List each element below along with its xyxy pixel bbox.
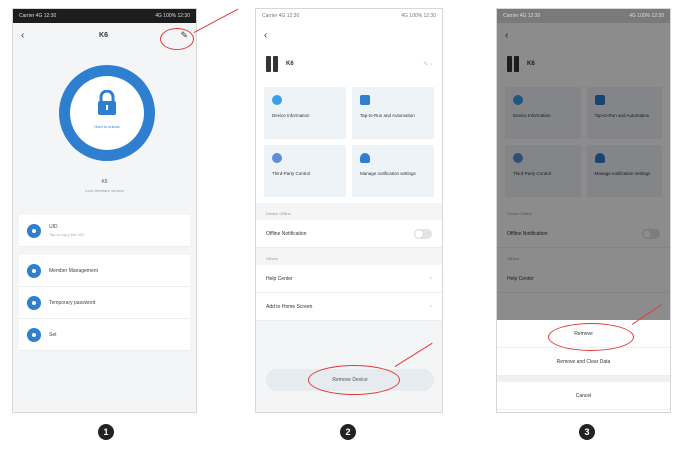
password-label: Temporary password: [49, 299, 96, 306]
bell-icon: [360, 153, 370, 163]
notification-tile[interactable]: Manage notification settings: [352, 145, 434, 197]
help-center-row[interactable]: Help Center ›: [256, 265, 442, 293]
unlock-ring[interactable]: Hold to unlock: [59, 65, 155, 161]
tile-label: Third-Party Control: [272, 171, 311, 176]
settings-list: UID Tap to copy the UID Member Management…: [19, 215, 190, 351]
status-bar: Carrier 4G 12:30 4G 100% 12:30: [256, 9, 442, 23]
nav-bar: ‹: [256, 23, 442, 47]
status-left: Carrier 4G 12:30: [503, 13, 541, 19]
device-information-tile[interactable]: Device Information: [264, 87, 346, 139]
unlock-label: Hold to unlock: [94, 124, 120, 129]
offline-toggle[interactable]: [414, 228, 432, 239]
device-name: K6: [286, 61, 294, 67]
settings-icon: [27, 327, 41, 342]
member-management-row[interactable]: Member Management: [19, 255, 190, 287]
device-image: [266, 56, 278, 72]
edit-icon[interactable]: ✎ ›: [423, 61, 432, 68]
password-icon: [27, 295, 41, 310]
status-right: 4G 100% 12:30: [401, 13, 436, 19]
third-party-tile[interactable]: Third-Party Control: [264, 145, 346, 197]
uid-label: UID: [49, 224, 58, 230]
status-right: 4G 100% 12:30: [155, 13, 190, 19]
temporary-password-row[interactable]: Temporary password: [19, 287, 190, 319]
offline-label: Offline Notification: [266, 230, 307, 237]
device-name: K6: [101, 179, 108, 185]
status-left: Carrier 4G 12:30: [19, 13, 57, 19]
status-bar: Carrier 4G 12:30 4G 100% 12:30: [497, 9, 670, 23]
lock-icon: [98, 90, 116, 115]
step-marker-3: 3: [579, 424, 595, 440]
section-label-offline: Device Offline: [266, 211, 291, 216]
back-icon[interactable]: ‹: [264, 30, 276, 41]
page-title: K6: [99, 31, 108, 39]
dimmed-content: ‹ K6 Device Information Tap-to-Run and A…: [497, 23, 670, 320]
chevron-right-icon: ›: [430, 275, 432, 282]
device-header: K6 ✎ ›: [256, 47, 442, 81]
uid-icon: [27, 223, 41, 238]
member-label: Member Management: [49, 267, 98, 274]
status-right: 4G 100% 12:30: [629, 13, 664, 19]
cancel-option[interactable]: Cancel: [497, 382, 670, 410]
set-label: Set: [49, 331, 57, 338]
highlight-remove-option-circle: [548, 323, 634, 351]
highlight-remove-circle: [308, 365, 400, 395]
add-home-row[interactable]: Add to Home Screen ›: [256, 293, 442, 321]
dim-overlay[interactable]: [497, 23, 670, 320]
tile-label: Tap-to-Run and Automation: [360, 113, 415, 118]
offline-notification-row: Offline Notification: [256, 220, 442, 248]
highlight-edit-circle: [160, 28, 194, 50]
feature-grid: Device Information Tap-to-Run and Automa…: [256, 81, 442, 203]
third-party-icon: [272, 153, 282, 163]
status-bar: Carrier 4G 12:30 4G 100% 12:30: [13, 9, 196, 23]
remove-clear-option[interactable]: Remove and Clear Data: [497, 348, 670, 376]
pointer-line: [193, 8, 239, 34]
step-marker-1: 1: [98, 424, 114, 440]
section-label-others: Others: [266, 256, 279, 261]
info-icon: [272, 95, 282, 105]
automation-icon: [360, 95, 370, 105]
status-left: Carrier 4G 12:30: [262, 13, 300, 19]
tile-label: Device Information: [272, 113, 310, 118]
phone-screen-1: Carrier 4G 12:30 4G 100% 12:30 ‹ K6 ✎ Ho…: [12, 8, 197, 413]
uid-row[interactable]: UID Tap to copy the UID: [19, 215, 190, 247]
automation-tile[interactable]: Tap-to-Run and Automation: [352, 87, 434, 139]
set-row[interactable]: Set: [19, 319, 190, 351]
help-label: Help Center: [266, 275, 293, 282]
device-subtitle: Lock firmware version: [85, 188, 124, 193]
unlock-ring-inner[interactable]: Hold to unlock: [70, 76, 144, 150]
member-icon: [27, 263, 41, 278]
back-icon[interactable]: ‹: [21, 30, 33, 41]
uid-sub: Tap to copy the UID: [49, 232, 85, 237]
tile-label: Manage notification settings: [360, 171, 416, 176]
lock-area: Hold to unlock K6 Lock firmware version: [13, 47, 196, 215]
step-marker-2: 2: [340, 424, 356, 440]
add-home-label: Add to Home Screen: [266, 303, 313, 310]
phone-screen-3: Carrier 4G 12:30 4G 100% 12:30 ‹ K6 Devi…: [496, 8, 671, 413]
chevron-right-icon: ›: [430, 303, 432, 310]
